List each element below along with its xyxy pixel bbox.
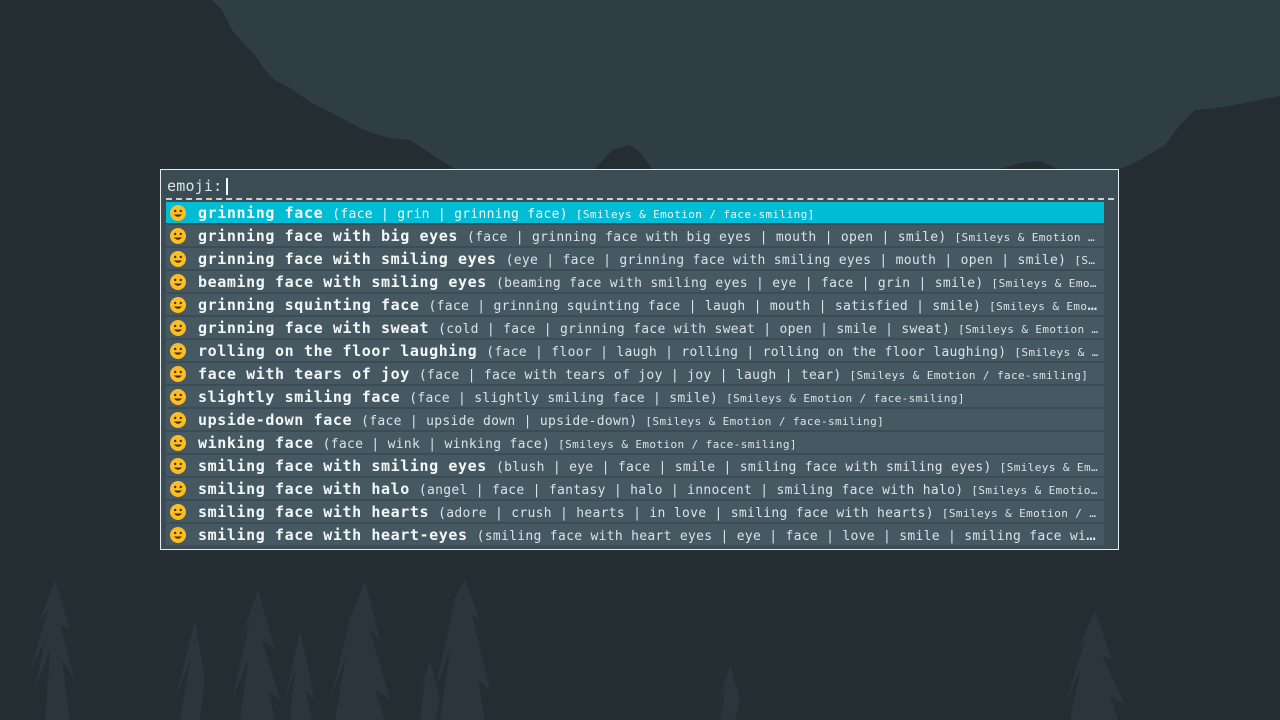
result-name: smiling face with hearts [198,503,430,521]
slightly-smiling-face-icon [169,388,187,406]
result-name: grinning face with smiling eyes [198,250,497,268]
grinning-face-big-eyes-icon-glyph [170,227,186,244]
result-category: [S… [1074,254,1096,267]
result-name: winking face [198,434,314,452]
result-keywords: (adore | crush | hearts | in love | smil… [438,506,934,521]
smiling-face-heart-eyes-icon-glyph [170,526,186,543]
upside-down-face-icon [169,411,187,429]
grinning-face-big-eyes-icon [169,227,187,245]
result-name: upside-down face [198,411,353,429]
result-row[interactable]: smiling face with smiling eyes (blush | e… [166,455,1104,476]
smiling-face-smiling-eyes-icon [169,457,187,475]
grinning-face-sweat-icon [169,319,187,337]
result-keywords: (face | floor | laugh | rolling | rollin… [486,345,1007,360]
grinning-face-icon-glyph [170,204,186,221]
result-name: face with tears of joy [198,365,410,383]
grinning-face-smiling-eyes-icon [169,250,187,268]
result-row[interactable]: winking face (face | wink | winking face)… [166,432,1104,453]
result-name: beaming face with smiling eyes [198,273,487,291]
smiling-face-halo-icon-glyph [170,480,186,497]
grinning-face-smiling-eyes-icon-glyph [170,250,186,267]
result-name: grinning face [198,204,324,222]
result-row[interactable]: smiling face with heart-eyes (smiling fac… [166,524,1104,545]
result-keywords: (face | wink | winking face) [322,437,551,452]
result-row[interactable]: smiling face with hearts (adore | crush |… [166,501,1104,522]
emoji-picker-window: emoji: grinning face (face | grin | grinn… [160,169,1119,550]
rolling-on-floor-laughing-icon-glyph [170,342,186,359]
smiling-face-hearts-icon-glyph [170,503,186,520]
result-keywords: (face | grinning face with big eyes | mo… [467,230,947,245]
result-category: [Smileys & Emotion / face-smiling] [849,369,1089,382]
result-category: [Smileys & Emotion … [958,323,1099,336]
result-category: [Smileys & Emotion / face-smiling] [726,392,965,405]
result-category: [Smileys & Emotion / … [941,507,1097,520]
result-category: [Smileys & Emotion / face-smiling] [558,438,797,451]
winking-face-icon-glyph [170,434,186,451]
result-row[interactable]: face with tears of joy (face | face with … [166,363,1104,384]
grinning-squinting-face-icon-glyph [170,296,186,313]
slightly-smiling-face-icon-glyph [170,388,186,405]
result-row[interactable]: grinning squinting face (face | grinning … [166,294,1104,315]
result-row[interactable]: grinning face with big eyes (face | grinn… [166,225,1104,246]
prompt-label: emoji: [167,177,223,195]
smiling-face-halo-icon [169,480,187,498]
result-name: slightly smiling face [198,388,401,406]
result-keywords: (face | face with tears of joy | joy | l… [418,368,842,383]
grinning-face-icon [169,204,187,222]
result-row[interactable]: grinning face (face | grin | grinning fac… [166,202,1104,223]
result-category: [Smileys & Emotio… [971,484,1098,497]
result-name: rolling on the floor laughing [198,342,478,360]
result-name: smiling face with halo [198,480,410,498]
result-category: [Smileys & … [1014,346,1099,359]
result-keywords: (face | grinning squinting face | laugh … [428,299,982,314]
result-keywords: (blush | eye | face | smile | smiling fa… [495,460,992,475]
beaming-face-icon-glyph [170,273,186,290]
results-list: grinning face (face | grin | grinning fac… [166,202,1104,547]
text-caret [226,177,229,195]
result-name: smiling face with heart-eyes [198,526,468,544]
face-tears-of-joy-icon [169,365,187,383]
result-row[interactable]: upside-down face (face | upside down | up… [166,409,1104,430]
result-keywords: (face | grin | grinning face) [332,207,568,222]
result-row[interactable]: slightly smiling face (face | slightly sm… [166,386,1104,407]
result-keywords: (eye | face | grinning face with smiling… [505,253,1067,268]
smiling-face-hearts-icon [169,503,187,521]
result-row[interactable]: beaming face with smiling eyes (beaming f… [166,271,1104,292]
dashed-divider [166,198,1114,200]
search-prompt[interactable]: emoji: [167,176,229,196]
face-tears-of-joy-icon-glyph [170,365,186,382]
result-category: [Smileys & Emotion / face-smiling] [645,415,885,428]
result-name: smiling face with smiling eyes [198,457,487,475]
result-keywords: (face | slightly smiling face | smile) [409,391,719,406]
grinning-face-sweat-icon-glyph [170,319,186,336]
result-row[interactable]: smiling face with halo (angel | face | fa… [166,478,1104,499]
result-row[interactable]: rolling on the floor laughing (face | flo… [166,340,1104,361]
upside-down-face-icon-glyph [170,411,186,428]
result-keywords: (cold | face | grinning face with sweat … [438,322,951,337]
grinning-squinting-face-icon [169,296,187,314]
result-name: grinning face with sweat [198,319,430,337]
result-category: [Smileys & Em… [999,461,1098,474]
rolling-on-floor-laughing-icon [169,342,187,360]
result-category: [Smileys & Emo… [991,277,1097,290]
smiling-face-heart-eyes-icon [169,526,187,544]
result-row[interactable]: grinning face with sweat (cold | face | g… [166,317,1104,338]
smiling-face-smiling-eyes-icon-glyph [170,457,186,474]
winking-face-icon [169,434,187,452]
result-category: [Smileys & Emotion … [954,231,1095,244]
beaming-face-icon [169,273,187,291]
result-category: [Smileys & Emotion / face-smiling] [575,208,815,221]
result-keywords: (beaming face with smiling eyes | eye | … [495,276,984,291]
result-name: grinning face with big eyes [198,227,459,245]
result-keywords: (angel | face | fantasy | halo | innocen… [418,483,964,498]
result-keywords: (face | upside down | upside-down) [361,414,638,429]
result-row[interactable]: grinning face with smiling eyes (eye | fa… [166,248,1104,269]
result-keywords: (smiling face with heart eyes | eye | fa… [476,529,1103,544]
result-name: grinning squinting face [198,296,420,314]
result-category: [Smileys & Emot… [989,300,1102,313]
